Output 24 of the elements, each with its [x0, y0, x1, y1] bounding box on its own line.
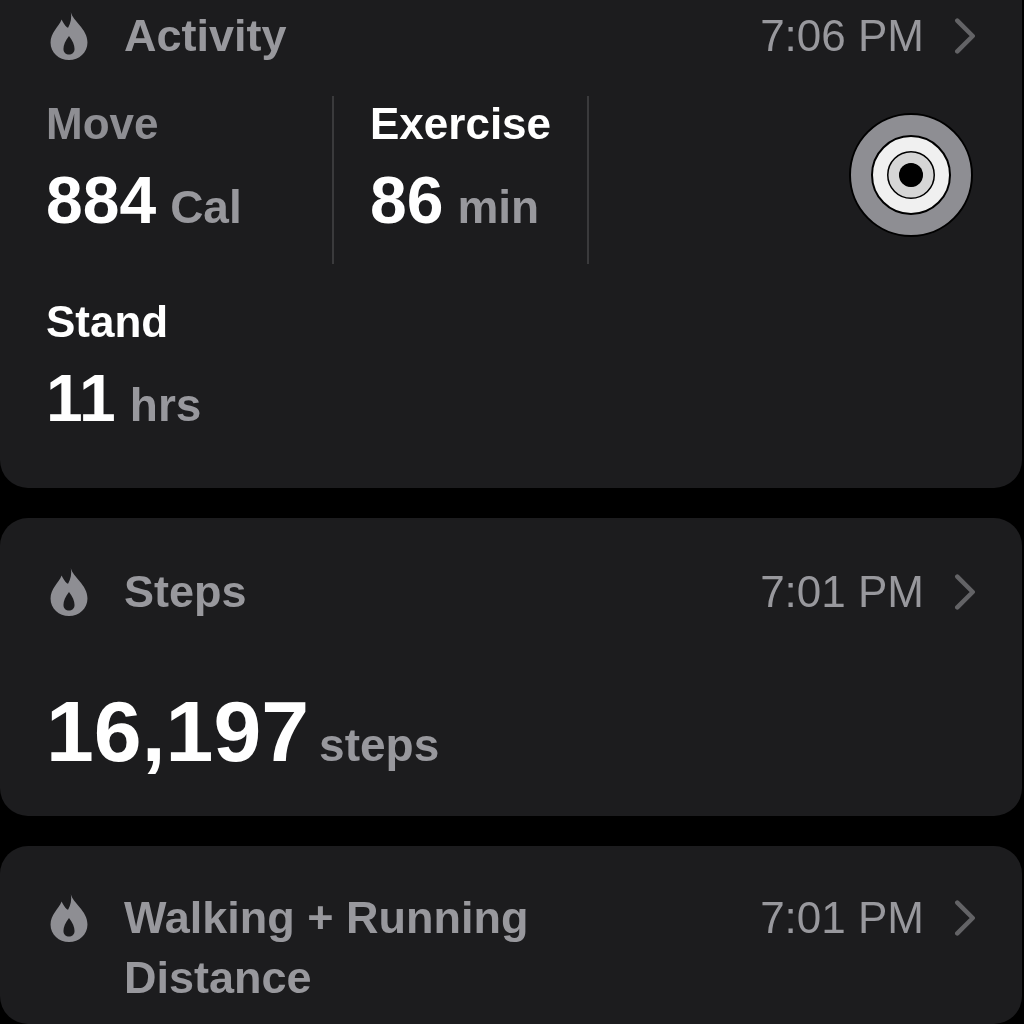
- steps-value: 16,197: [46, 682, 310, 781]
- timestamp: 7:01 PM: [760, 893, 924, 943]
- card-background[interactable]: Steps 7:01 PM 16,197 steps: [0, 518, 1022, 816]
- card-background[interactable]: Activity 7:06 PM Move 884 Cal Exercise 86 min Stand 11 hrs: [0, 0, 1022, 488]
- chevron-icon[interactable]: [954, 18, 976, 54]
- metric-unit: min: [457, 180, 540, 234]
- metric-label: Exercise: [370, 98, 552, 150]
- chevron-icon[interactable]: [954, 900, 976, 936]
- metric-label: Move: [46, 98, 160, 150]
- timestamp: 7:06 PM: [760, 11, 924, 61]
- metric-unit: hrs: [129, 378, 202, 432]
- metric-value: 884: [46, 162, 157, 238]
- activity-rings-icon: [846, 110, 976, 240]
- card-title: Steps: [124, 565, 247, 619]
- metric-value: 86: [370, 162, 444, 238]
- steps-unit: steps: [319, 718, 440, 772]
- metric-value: 11: [46, 360, 116, 436]
- card-title: Activity: [124, 9, 287, 63]
- metric-unit: Cal: [170, 180, 242, 234]
- chevron-icon[interactable]: [954, 574, 976, 610]
- metric-label: Stand: [46, 296, 170, 348]
- card-title: Walking + Running Distance: [124, 891, 530, 1005]
- card-background[interactable]: Walking + Running Distance 7:01 PM: [0, 846, 1022, 1024]
- timestamp: 7:01 PM: [760, 567, 924, 617]
